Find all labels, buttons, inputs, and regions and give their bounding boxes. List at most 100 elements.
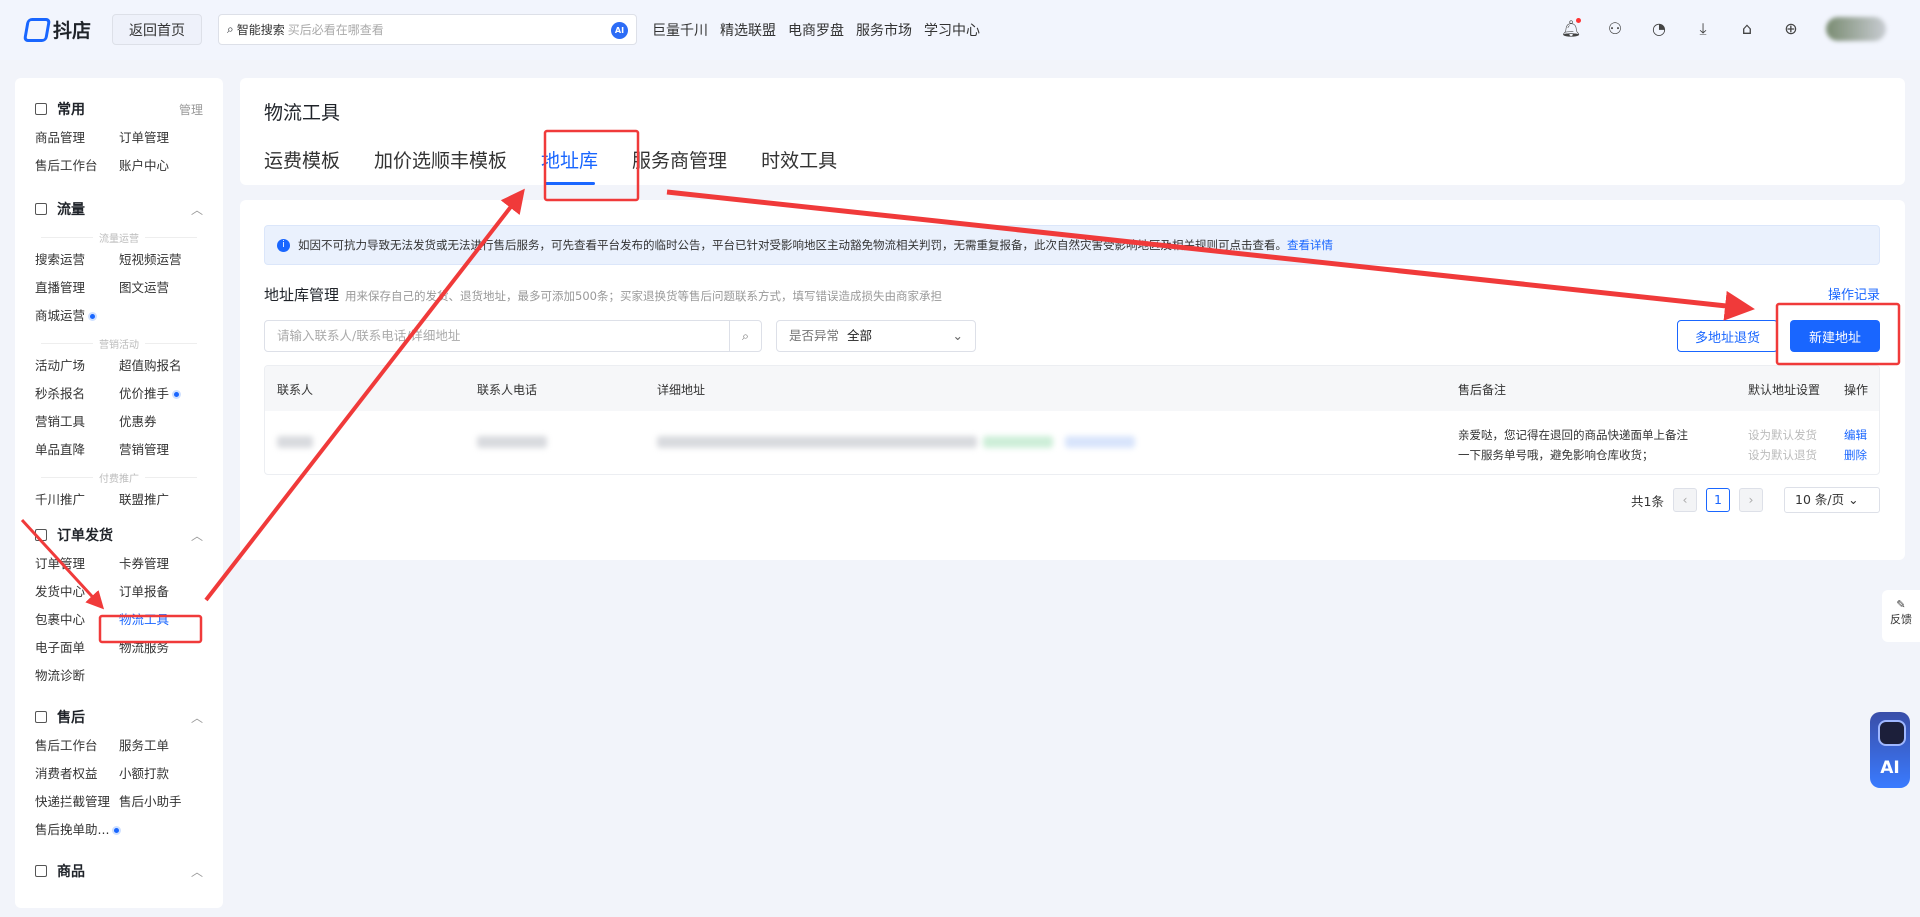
- blurred-address: [657, 436, 977, 448]
- smart-search-input[interactable]: ⌕ 智能搜索 买后必看在哪查看 AI: [218, 14, 637, 45]
- sidebar-item[interactable]: 账户中心: [119, 152, 203, 180]
- sidebar-item[interactable]: 营销工具: [35, 408, 119, 436]
- page-size-value: 10 条/页: [1795, 492, 1845, 507]
- ai-search-icon[interactable]: AI: [611, 22, 628, 39]
- nav-learning[interactable]: 学习中心: [924, 20, 980, 40]
- tab-sf-template[interactable]: 加价选顺丰模板: [374, 146, 507, 185]
- new-badge: [112, 826, 122, 835]
- new-address-button[interactable]: 新建地址: [1790, 320, 1880, 352]
- user-settings-icon[interactable]: ⚇: [1604, 18, 1626, 40]
- bell-icon[interactable]: 🔔︎: [1560, 18, 1582, 40]
- ai-assistant-button[interactable]: AI: [1870, 712, 1910, 788]
- multi-address-return-button[interactable]: 多地址退货: [1677, 320, 1778, 352]
- sidebar-item[interactable]: 商品管理: [35, 124, 119, 152]
- section-common: 常用: [57, 102, 85, 118]
- sidebar-item[interactable]: 单品直降: [35, 436, 119, 464]
- next-page-button[interactable]: ›: [1739, 488, 1763, 512]
- filter-value: 全部: [847, 328, 873, 343]
- sidebar-item[interactable]: 订单管理: [119, 124, 203, 152]
- search-placeholder: 请输入联系人/联系电话/详细地址: [277, 328, 461, 343]
- new-badge: [88, 312, 98, 321]
- sidebar-item[interactable]: 包裹中心: [35, 606, 119, 634]
- speed-icon[interactable]: ◔: [1648, 18, 1670, 40]
- operation-log-link[interactable]: 操作记录: [1828, 284, 1880, 303]
- nav-compass[interactable]: 电商罗盘: [788, 20, 844, 40]
- chevron-up-icon[interactable]: ︿: [191, 863, 203, 880]
- sidebar-item[interactable]: 消费者权益: [35, 760, 119, 788]
- notice-banner: i 如因不可抗力导致无法发货或无法进行售后服务，可先查看平台发布的临时公告，平台…: [264, 225, 1880, 265]
- sidebar-item[interactable]: 搜索运营: [35, 246, 119, 274]
- page-title: 物流工具: [264, 102, 341, 124]
- sidebar-item[interactable]: 优价推手: [119, 380, 203, 408]
- pagination: 共1条 ‹ 1 › 10 条/页 ⌄: [1631, 487, 1880, 513]
- address-search-input[interactable]: 请输入联系人/联系电话/详细地址 ⌕: [264, 320, 762, 352]
- prev-page-button[interactable]: ‹: [1673, 488, 1697, 512]
- sidebar-item[interactable]: 小额打款: [119, 760, 203, 788]
- tab-address-library[interactable]: 地址库: [541, 146, 598, 185]
- ai-assistant-label: AI: [1880, 758, 1900, 778]
- sidebar-item[interactable]: 超值购报名: [119, 352, 203, 380]
- sidebar-item[interactable]: 售后工作台: [35, 732, 119, 760]
- sidebar-item[interactable]: 订单报备: [119, 578, 203, 606]
- abnormal-filter-select[interactable]: 是否异常 全部 ⌄: [776, 320, 976, 352]
- delete-link[interactable]: 删除: [1844, 445, 1867, 465]
- sidebar-item[interactable]: 发货中心: [35, 578, 119, 606]
- chevron-up-icon[interactable]: ︿: [191, 527, 203, 544]
- top-header: 抖店 返回首页 ⌕ 智能搜索 买后必看在哪查看 AI 巨量千川 精选联盟 电商罗…: [0, 0, 1920, 60]
- section-orders[interactable]: 订单发货: [57, 525, 113, 545]
- set-default-return-button[interactable]: 设为默认退货: [1748, 445, 1817, 465]
- total-count: 共1条: [1631, 493, 1664, 509]
- download-icon[interactable]: ⤓: [1692, 18, 1714, 40]
- sidebar-item-logistics-tools[interactable]: 物流工具: [119, 606, 203, 634]
- back-home-button[interactable]: 返回首页: [112, 14, 202, 45]
- blurred-contact: [277, 436, 313, 448]
- nav-alliance[interactable]: 精选联盟: [720, 20, 776, 40]
- sidebar-item[interactable]: 图文运营: [119, 274, 203, 302]
- sidebar-item[interactable]: 短视频运营: [119, 246, 203, 274]
- sidebar-item[interactable]: 电子面单: [35, 634, 119, 662]
- section-aftersale[interactable]: 售后: [57, 707, 85, 727]
- sidebar-item[interactable]: 卡券管理: [119, 550, 203, 578]
- sidebar-item[interactable]: 秒杀报名: [35, 380, 119, 408]
- search-icon: ⌕: [227, 22, 234, 36]
- sidebar-item[interactable]: 优惠券: [119, 408, 203, 436]
- sidebar-item[interactable]: 售后挽单助...: [35, 816, 122, 844]
- notice-text: 如因不可抗力导致无法发货或无法进行售后服务，可先查看平台发布的临时公告，平台已针…: [298, 238, 1287, 252]
- sidebar-item[interactable]: 千川推广: [35, 486, 119, 514]
- sidebar-item[interactable]: 售后工作台: [35, 152, 119, 180]
- tab-shipping-template[interactable]: 运费模板: [264, 146, 340, 185]
- avatar[interactable]: [1826, 17, 1886, 41]
- search-icon[interactable]: ⌕: [729, 321, 761, 351]
- edit-link[interactable]: 编辑: [1844, 425, 1867, 445]
- tab-timeliness-tools[interactable]: 时效工具: [761, 146, 837, 185]
- manage-link[interactable]: 管理: [179, 101, 203, 118]
- sidebar-item[interactable]: 订单管理: [35, 550, 119, 578]
- store-icon[interactable]: ⌂: [1736, 18, 1758, 40]
- chevron-up-icon[interactable]: ︿: [191, 709, 203, 726]
- nav-market[interactable]: 服务市场: [856, 20, 912, 40]
- tab-provider-management[interactable]: 服务商管理: [632, 146, 727, 185]
- nav-qianchuan[interactable]: 巨量千川: [652, 20, 708, 40]
- sidebar-item[interactable]: 营销管理: [119, 436, 203, 464]
- sidebar-item[interactable]: 活动广场: [35, 352, 119, 380]
- sidebar-item[interactable]: 物流服务: [119, 634, 203, 662]
- section-traffic[interactable]: 流量: [57, 199, 85, 219]
- sidebar-item[interactable]: 物流诊断: [35, 662, 119, 690]
- sidebar-item[interactable]: 售后小助手: [119, 788, 203, 816]
- sidebar-item[interactable]: 服务工单: [119, 732, 203, 760]
- feedback-button[interactable]: ✎ 反馈: [1882, 590, 1920, 642]
- logo[interactable]: 抖店: [22, 16, 91, 43]
- section-title: 地址库管理: [264, 286, 340, 304]
- set-default-ship-button[interactable]: 设为默认发货: [1748, 425, 1817, 445]
- section-goods[interactable]: 商品: [57, 861, 85, 881]
- page-size-select[interactable]: 10 条/页 ⌄: [1784, 487, 1880, 513]
- feedback-label: 反馈: [1890, 613, 1912, 626]
- sidebar-item[interactable]: 商城运营: [35, 302, 119, 330]
- add-icon[interactable]: ⊕: [1780, 18, 1802, 40]
- sidebar-item[interactable]: 直播管理: [35, 274, 119, 302]
- view-details-link[interactable]: 查看详情: [1287, 237, 1333, 253]
- sidebar-item[interactable]: 联盟推广: [119, 486, 203, 514]
- page-button[interactable]: 1: [1706, 488, 1730, 512]
- sidebar-item[interactable]: 快递拦截管理: [35, 788, 119, 816]
- chevron-up-icon[interactable]: ︿: [191, 201, 203, 218]
